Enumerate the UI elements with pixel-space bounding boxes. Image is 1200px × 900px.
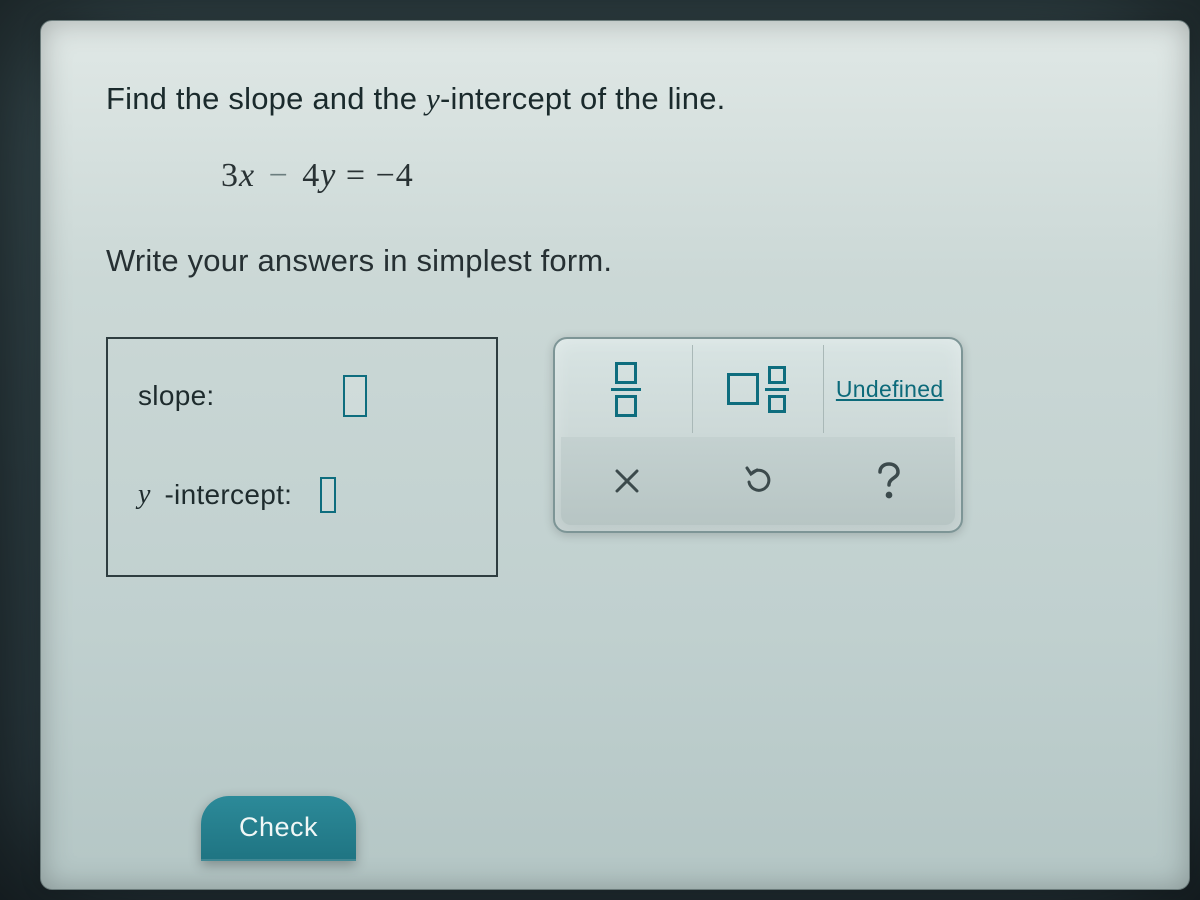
question-line-1-post: -intercept of the line. — [440, 81, 725, 116]
work-row: slope: y-intercept: — [106, 337, 1139, 577]
question-line-1-var: y — [426, 81, 440, 116]
mixed-number-icon — [727, 366, 789, 413]
fraction-template-button[interactable] — [561, 345, 692, 433]
undefined-label: Undefined — [836, 376, 944, 403]
mixed-number-template-button[interactable] — [692, 345, 824, 433]
slope-label: slope: — [138, 380, 215, 412]
keypad-row-actions — [561, 437, 955, 525]
reset-button[interactable] — [692, 437, 823, 525]
clear-button[interactable] — [561, 437, 692, 525]
question-icon — [874, 460, 904, 502]
eq-equals: = — [346, 157, 366, 194]
slope-line: slope: — [138, 375, 466, 417]
yintercept-line: y-intercept: — [138, 477, 466, 513]
instruction: Write your answers in simplest form. — [106, 243, 1139, 279]
equation: 3x − 4y = −4 — [221, 157, 1139, 195]
eq-c: −4 — [376, 157, 414, 194]
check-label: Check — [239, 812, 318, 842]
check-button[interactable]: Check — [201, 796, 356, 861]
yint-var: y — [138, 479, 156, 511]
eq-coef-b: 4 — [302, 157, 320, 194]
yint-label: -intercept: — [164, 479, 292, 511]
eq-op: − — [265, 157, 293, 194]
help-button[interactable] — [824, 437, 955, 525]
undefined-button[interactable]: Undefined — [823, 345, 955, 433]
yintercept-input[interactable] — [320, 477, 336, 513]
eq-y: y — [320, 157, 336, 194]
question-panel: Find the slope and the y-intercept of th… — [40, 20, 1190, 890]
eq-x: x — [239, 157, 255, 194]
question-line-1-pre: Find the slope and the — [106, 81, 426, 116]
slope-input[interactable] — [343, 375, 367, 417]
eq-coef-a: 3 — [221, 157, 239, 194]
question-line-1: Find the slope and the y-intercept of th… — [106, 81, 1139, 117]
close-icon — [612, 466, 642, 496]
keypad-row-templates: Undefined — [561, 345, 955, 433]
answer-box: slope: y-intercept: — [106, 337, 498, 577]
undo-icon — [741, 464, 775, 498]
fraction-icon — [611, 362, 641, 417]
keypad: Undefined — [553, 337, 963, 533]
